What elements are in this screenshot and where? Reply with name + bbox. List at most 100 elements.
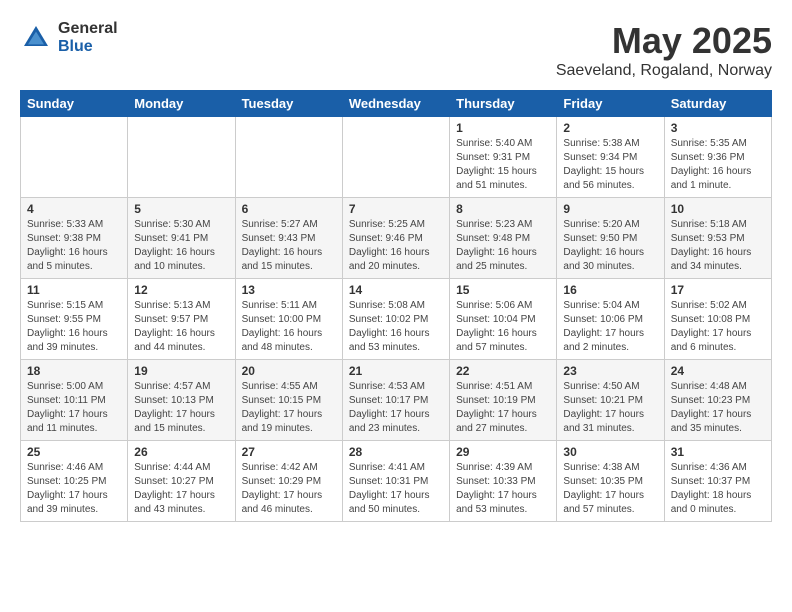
logo-icon <box>20 22 52 54</box>
day-info: Sunrise: 5:35 AMSunset: 9:36 PMDaylight:… <box>671 137 765 193</box>
calendar-day-cell: 25 Sunrise: 4:46 AMSunset: 10:25 PMDaylig… <box>21 441 128 522</box>
calendar-day-cell <box>342 117 449 198</box>
calendar-body: 1 Sunrise: 5:40 AMSunset: 9:31 PMDaylight… <box>21 117 772 522</box>
weekday-header: Monday <box>128 91 235 117</box>
calendar-day-cell: 26 Sunrise: 4:44 AMSunset: 10:27 PMDaylig… <box>128 441 235 522</box>
calendar-day-cell: 2Sunrise: 5:38 AMSunset: 9:34 PMDaylight… <box>557 117 664 198</box>
day-number: 21 <box>349 364 443 378</box>
day-info: Sunrise: 4:41 AMSunset: 10:31 PMDaylight… <box>349 461 443 517</box>
logo-text: General Blue <box>58 20 118 55</box>
calendar-day-cell: 19 Sunrise: 4:57 AMSunset: 10:13 PMDaylig… <box>128 360 235 441</box>
day-number: 18 <box>27 364 121 378</box>
day-info: Sunrise: 4:57 AMSunset: 10:13 PMDaylight… <box>134 380 228 436</box>
calendar-day-cell <box>128 117 235 198</box>
page-header: General Blue May 2025 Saeveland, Rogalan… <box>20 20 772 80</box>
day-info: Sunrise: 4:38 AMSunset: 10:35 PMDaylight… <box>563 461 657 517</box>
calendar-table: SundayMondayTuesdayWednesdayThursdayFrid… <box>20 90 772 522</box>
calendar-day-cell: 3 Sunrise: 5:35 AMSunset: 9:36 PMDaylight… <box>664 117 771 198</box>
calendar-day-cell: 9 Sunrise: 5:20 AMSunset: 9:50 PMDaylight… <box>557 198 664 279</box>
day-number: 13 <box>242 283 336 297</box>
day-number: 14 <box>349 283 443 297</box>
calendar-day-cell: 18 Sunrise: 5:00 AMSunset: 10:11 PMDaylig… <box>21 360 128 441</box>
day-number: 22 <box>456 364 550 378</box>
calendar-day-cell: 1 Sunrise: 5:40 AMSunset: 9:31 PMDaylight… <box>450 117 557 198</box>
calendar-day-cell: 17Sunrise: 5:02 AMSunset: 10:08 PMDaylig… <box>664 279 771 360</box>
day-number: 19 <box>134 364 228 378</box>
calendar-day-cell: 15Sunrise: 5:06 AMSunset: 10:04 PMDaylig… <box>450 279 557 360</box>
day-info: Sunrise: 5:33 AMSunset: 9:38 PMDaylight:… <box>27 218 121 274</box>
day-number: 30 <box>563 445 657 459</box>
calendar-day-cell: 20 Sunrise: 4:55 AMSunset: 10:15 PMDaylig… <box>235 360 342 441</box>
calendar-day-cell: 6 Sunrise: 5:27 AMSunset: 9:43 PMDaylight… <box>235 198 342 279</box>
weekday-header: Saturday <box>664 91 771 117</box>
calendar-week-row: 25 Sunrise: 4:46 AMSunset: 10:25 PMDaylig… <box>21 441 772 522</box>
weekday-header: Tuesday <box>235 91 342 117</box>
day-info: Sunrise: 4:44 AMSunset: 10:27 PMDaylight… <box>134 461 228 517</box>
weekday-header: Friday <box>557 91 664 117</box>
day-info: Sunrise: 5:00 AMSunset: 10:11 PMDaylight… <box>27 380 121 436</box>
day-number: 3 <box>671 121 765 135</box>
calendar-day-cell: 10 Sunrise: 5:18 AMSunset: 9:53 PMDayligh… <box>664 198 771 279</box>
calendar-day-cell: 7Sunrise: 5:25 AMSunset: 9:46 PMDaylight… <box>342 198 449 279</box>
logo: General Blue <box>20 20 118 55</box>
calendar-day-cell: 4 Sunrise: 5:33 AMSunset: 9:38 PMDaylight… <box>21 198 128 279</box>
day-info: Sunrise: 4:50 AMSunset: 10:21 PMDaylight… <box>563 380 657 436</box>
weekday-header: Thursday <box>450 91 557 117</box>
day-number: 10 <box>671 202 765 216</box>
day-number: 8 <box>456 202 550 216</box>
calendar-day-cell: 27Sunrise: 4:42 AMSunset: 10:29 PMDaylig… <box>235 441 342 522</box>
calendar-header: SundayMondayTuesdayWednesdayThursdayFrid… <box>21 91 772 117</box>
day-info: Sunrise: 5:30 AMSunset: 9:41 PMDaylight:… <box>134 218 228 274</box>
day-info: Sunrise: 5:40 AMSunset: 9:31 PMDaylight:… <box>456 137 550 193</box>
day-info: Sunrise: 4:48 AMSunset: 10:23 PMDaylight… <box>671 380 765 436</box>
day-number: 26 <box>134 445 228 459</box>
day-number: 1 <box>456 121 550 135</box>
weekday-row: SundayMondayTuesdayWednesdayThursdayFrid… <box>21 91 772 117</box>
calendar-week-row: 18 Sunrise: 5:00 AMSunset: 10:11 PMDaylig… <box>21 360 772 441</box>
calendar-day-cell <box>235 117 342 198</box>
calendar-day-cell: 5 Sunrise: 5:30 AMSunset: 9:41 PMDaylight… <box>128 198 235 279</box>
day-info: Sunrise: 5:18 AMSunset: 9:53 PMDaylight:… <box>671 218 765 274</box>
day-number: 23 <box>563 364 657 378</box>
logo-general: General <box>58 20 118 38</box>
location: Saeveland, Rogaland, Norway <box>556 62 772 80</box>
day-number: 25 <box>27 445 121 459</box>
logo-blue: Blue <box>58 38 118 56</box>
day-number: 20 <box>242 364 336 378</box>
day-number: 12 <box>134 283 228 297</box>
day-number: 29 <box>456 445 550 459</box>
day-info: Sunrise: 5:38 AMSunset: 9:34 PMDaylight:… <box>563 137 657 193</box>
weekday-header: Sunday <box>21 91 128 117</box>
calendar-week-row: 1 Sunrise: 5:40 AMSunset: 9:31 PMDaylight… <box>21 117 772 198</box>
day-number: 4 <box>27 202 121 216</box>
day-info: Sunrise: 4:39 AMSunset: 10:33 PMDaylight… <box>456 461 550 517</box>
calendar-day-cell: 22 Sunrise: 4:51 AMSunset: 10:19 PMDaylig… <box>450 360 557 441</box>
day-info: Sunrise: 5:20 AMSunset: 9:50 PMDaylight:… <box>563 218 657 274</box>
day-number: 17 <box>671 283 765 297</box>
day-info: Sunrise: 5:23 AMSunset: 9:48 PMDaylight:… <box>456 218 550 274</box>
calendar-day-cell: 14Sunrise: 5:08 AMSunset: 10:02 PMDaylig… <box>342 279 449 360</box>
day-number: 15 <box>456 283 550 297</box>
day-number: 28 <box>349 445 443 459</box>
day-info: Sunrise: 5:15 AMSunset: 9:55 PMDaylight:… <box>27 299 121 355</box>
day-info: Sunrise: 5:27 AMSunset: 9:43 PMDaylight:… <box>242 218 336 274</box>
calendar-day-cell: 23 Sunrise: 4:50 AMSunset: 10:21 PMDaylig… <box>557 360 664 441</box>
day-info: Sunrise: 4:53 AMSunset: 10:17 PMDaylight… <box>349 380 443 436</box>
day-info: Sunrise: 4:46 AMSunset: 10:25 PMDaylight… <box>27 461 121 517</box>
day-info: Sunrise: 4:51 AMSunset: 10:19 PMDaylight… <box>456 380 550 436</box>
day-info: Sunrise: 4:55 AMSunset: 10:15 PMDaylight… <box>242 380 336 436</box>
weekday-header: Wednesday <box>342 91 449 117</box>
day-number: 9 <box>563 202 657 216</box>
day-info: Sunrise: 4:42 AMSunset: 10:29 PMDaylight… <box>242 461 336 517</box>
day-number: 24 <box>671 364 765 378</box>
calendar-day-cell: 12Sunrise: 5:13 AMSunset: 9:57 PMDayligh… <box>128 279 235 360</box>
calendar-day-cell <box>21 117 128 198</box>
day-info: Sunrise: 5:11 AMSunset: 10:00 PMDaylight… <box>242 299 336 355</box>
calendar-day-cell: 16Sunrise: 5:04 AMSunset: 10:06 PMDaylig… <box>557 279 664 360</box>
calendar-week-row: 4 Sunrise: 5:33 AMSunset: 9:38 PMDaylight… <box>21 198 772 279</box>
calendar-day-cell: 30 Sunrise: 4:38 AMSunset: 10:35 PMDaylig… <box>557 441 664 522</box>
calendar-day-cell: 11Sunrise: 5:15 AMSunset: 9:55 PMDayligh… <box>21 279 128 360</box>
day-number: 7 <box>349 202 443 216</box>
day-number: 6 <box>242 202 336 216</box>
day-number: 5 <box>134 202 228 216</box>
